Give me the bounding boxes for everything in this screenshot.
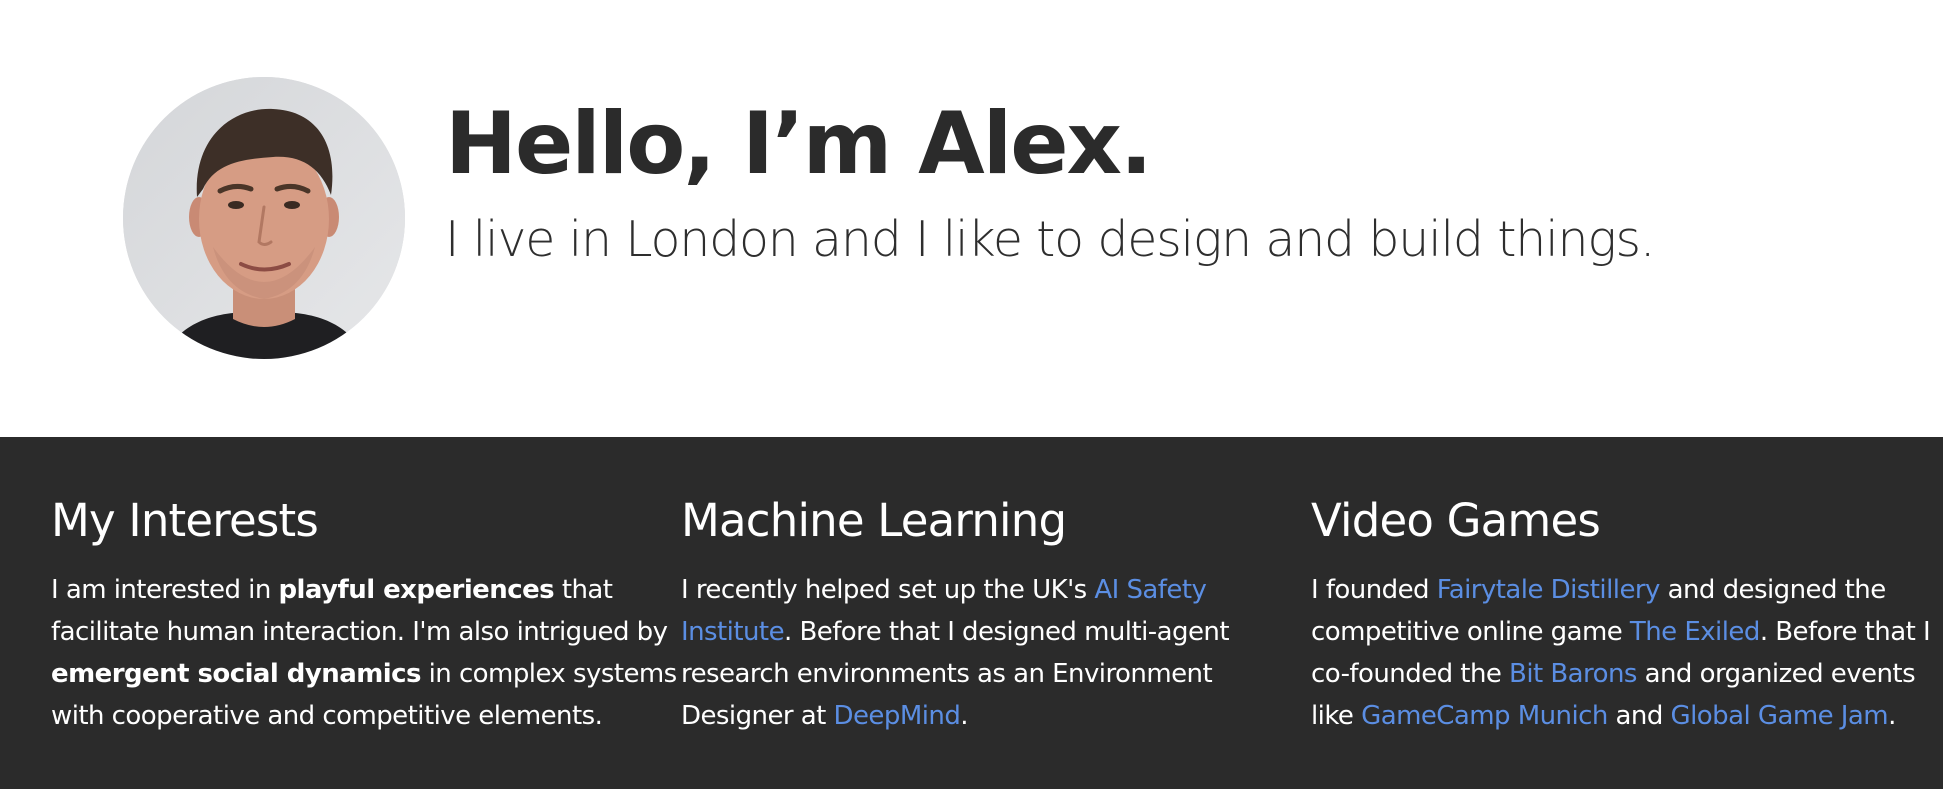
page-subtitle: I live in London and I like to design an… [445, 211, 1655, 268]
vg-line-3: co-founded the Bit Barons and organized … [1311, 653, 1916, 695]
avatar [123, 77, 405, 359]
vg-line-4: like GameCamp Munich and Global Game Jam… [1311, 695, 1911, 737]
sections-band: My Interests I am interested in playful … [0, 437, 1943, 789]
text-fragment: . Before that I [1759, 617, 1931, 647]
hero-text: Hello, I’m Alex. I live in London and I … [445, 92, 1903, 270]
interests-heading: My Interests [51, 494, 319, 547]
interests-line-1: I am interested in playful experiences t… [51, 569, 651, 611]
text-fragment: in complex systems [420, 659, 678, 689]
the-exiled-link[interactable]: The Exiled [1630, 617, 1760, 647]
ai-safety-institute-link-continued[interactable]: Institute [681, 617, 785, 647]
text-fragment: competitive online game [1311, 617, 1630, 647]
interests-text: I am interested in playful experiences t… [51, 569, 677, 737]
emphasis-playful-experiences: playful experiences [278, 575, 555, 605]
text-fragment: that [554, 575, 613, 605]
text-fragment: and designed the [1659, 575, 1887, 605]
machine-learning-column: Machine Learning I recently helped set u… [681, 491, 1281, 737]
ml-line-3: research environments as an Environment [681, 659, 1213, 689]
text-fragment: and [1607, 701, 1671, 731]
machine-learning-heading: Machine Learning [681, 494, 1067, 547]
interests-line-4: with cooperative and competitive element… [51, 701, 603, 731]
global-game-jam-link[interactable]: Global Game Jam [1671, 701, 1889, 731]
emphasis-emergent-social-dynamics: emergent social dynamics [51, 659, 421, 689]
page-title: Hello, I’m Alex. [445, 94, 1153, 194]
interests-line-2: facilitate human interaction. I'm also i… [51, 617, 668, 647]
video-games-heading: Video Games [1311, 494, 1601, 547]
video-games-column: Video Games I founded Fairytale Distille… [1311, 491, 1931, 737]
machine-learning-text: I recently helped set up the UK's AI Saf… [681, 569, 1281, 737]
bit-barons-link[interactable]: Bit Barons [1509, 659, 1637, 689]
text-fragment: and organized events [1636, 659, 1916, 689]
text-fragment: . Before that I designed multi-agent [784, 617, 1230, 647]
gamecamp-munich-link[interactable]: GameCamp Munich [1361, 701, 1608, 731]
text-fragment: . [1888, 701, 1896, 731]
interests-column: My Interests I am interested in playful … [51, 491, 677, 737]
text-fragment: I am interested in [51, 575, 279, 605]
video-games-text: I founded Fairytale Distillery and desig… [1311, 569, 1931, 737]
text-fragment: I founded [1311, 575, 1437, 605]
hero-section: Hello, I’m Alex. I live in London and I … [0, 0, 1943, 437]
profile-photo-icon [123, 77, 405, 359]
ai-safety-institute-link[interactable]: AI Safety [1094, 575, 1206, 605]
vg-line-2: competitive online game The Exiled. Befo… [1311, 611, 1931, 653]
text-fragment: like [1311, 701, 1362, 731]
ml-line-2: Institute. Before that I designed multi-… [681, 611, 1281, 653]
text-fragment: I recently helped set up the UK's [681, 575, 1095, 605]
interests-line-3: emergent social dynamics in complex syst… [51, 653, 677, 695]
fairytale-distillery-link[interactable]: Fairytale Distillery [1437, 575, 1661, 605]
text-fragment: Designer at [681, 701, 834, 731]
deepmind-link[interactable]: DeepMind [834, 701, 961, 731]
ml-line-4: Designer at DeepMind. [681, 695, 1281, 737]
vg-line-1: I founded Fairytale Distillery and desig… [1311, 569, 1911, 611]
ml-line-1: I recently helped set up the UK's AI Saf… [681, 569, 1281, 611]
text-fragment: co-founded the [1311, 659, 1510, 689]
text-fragment: . [960, 701, 968, 731]
